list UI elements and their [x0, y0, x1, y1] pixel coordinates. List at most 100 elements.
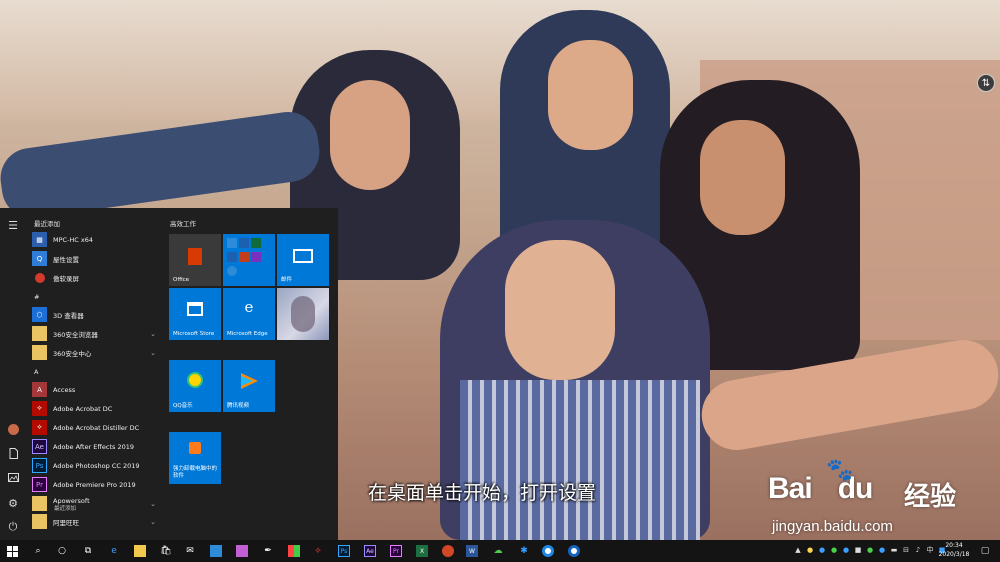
input-method-icon[interactable]: 中 [926, 545, 934, 555]
pictures-icon[interactable] [4, 468, 22, 486]
tile-tencent-video[interactable]: 腾讯视频 [223, 360, 275, 412]
mail-icon[interactable]: ✉ [182, 543, 198, 559]
tray-app-icon[interactable]: ▲ [794, 545, 802, 555]
tile-microsoft-edge[interactable]: e Microsoft Edge [223, 288, 275, 340]
tile-group-apps[interactable] [223, 234, 275, 286]
mpc-hc-icon: ▦ [32, 232, 47, 247]
app-item-360-center[interactable]: 360安全中心 ⌄ [32, 344, 160, 361]
app-list[interactable]: 最近添加 ▦ MPC-HC x64 Q 屋性设置 傲软录屏 # ⬡ 3D 查看器… [28, 208, 160, 540]
tencent-video-icon [241, 373, 258, 389]
tray-app-icon[interactable]: ● [806, 545, 814, 555]
pen-app-icon[interactable]: ✒ [260, 543, 276, 559]
app-item-settings-tool[interactable]: Q 屋性设置 [32, 250, 160, 267]
photoshop-icon[interactable]: Ps [336, 543, 352, 559]
tray-app-icon[interactable]: ● [842, 545, 850, 555]
hamburger-menu-icon[interactable]: ☰ [4, 216, 22, 234]
premiere-icon[interactable]: Pr [388, 543, 404, 559]
wechat-icon[interactable]: ☁ [490, 543, 506, 559]
acrobat-icon[interactable]: ⟡ [310, 543, 326, 559]
screen-recorder-icon [32, 270, 47, 285]
volume-icon[interactable]: ♪ [914, 545, 922, 555]
app-label: 屋性设置 [53, 255, 79, 264]
folder-icon [32, 496, 47, 511]
mail-icon [293, 249, 313, 263]
tile-photos[interactable] [277, 288, 329, 340]
tray-app-icon[interactable]: ● [866, 545, 874, 555]
word-icon[interactable]: W [464, 543, 480, 559]
app-item-360-browser[interactable]: 360安全浏览器 ⌄ [32, 325, 160, 342]
app-item-after-effects[interactable]: Ae Adobe After Effects 2019 [32, 438, 160, 455]
tile-qq-music[interactable]: QQ音乐 [169, 360, 221, 412]
acrobat-icon: ⟡ [32, 401, 47, 416]
task-view-icon[interactable]: ⧉ [80, 543, 96, 559]
powerpoint-icon[interactable] [440, 543, 456, 559]
tray-app-icon[interactable]: ● [830, 545, 838, 555]
power-icon[interactable]: ⏻ [4, 518, 22, 536]
browser-icon[interactable] [540, 543, 556, 559]
tile-uninstaller[interactable]: 强力卸载电脑中的软件 [169, 432, 221, 484]
settings-gear-icon[interactable]: ⚙ [4, 494, 22, 512]
edge-icon[interactable]: e [106, 543, 122, 559]
bluetooth-app-icon[interactable]: ✱ [516, 543, 532, 559]
app-item-3d-viewer[interactable]: ⬡ 3D 查看器 [32, 306, 160, 323]
tray-app-icon[interactable]: ● [818, 545, 826, 555]
documents-icon[interactable] [4, 444, 22, 462]
app-item-apowersoft[interactable]: Apowersoft ⌄ [32, 495, 160, 512]
app-item-screen-recorder[interactable]: 傲软录屏 [32, 269, 160, 286]
store-icon[interactable]: 🛍 [158, 543, 174, 559]
network-icon[interactable]: ⊟ [902, 545, 910, 555]
app-item-photoshop[interactable]: Ps Adobe Photoshop CC 2019 [32, 457, 160, 474]
tutorial-caption: 在桌面单击开始，打开设置 [368, 482, 597, 504]
app-item-mpc-hc[interactable]: ▦ MPC-HC x64 [32, 231, 160, 248]
tile-label: 腾讯视频 [227, 403, 250, 409]
system-clock[interactable]: 20:34 2020/3/18 [936, 541, 972, 559]
chevron-down-icon[interactable]: ⌄ [150, 349, 156, 357]
3d-viewer-icon: ⬡ [32, 307, 47, 322]
browser2-icon[interactable] [566, 543, 582, 559]
app-item-acrobat[interactable]: ⟡ Adobe Acrobat DC [32, 400, 160, 417]
windows-start-icon[interactable] [4, 543, 20, 559]
chevron-down-icon[interactable]: ⌄ [150, 330, 156, 338]
app-item-access[interactable]: A Access [32, 381, 160, 398]
action-center-icon[interactable]: ▢ [978, 544, 992, 558]
app-label: Adobe Acrobat DC [53, 404, 113, 413]
app-mini-icon [227, 238, 237, 248]
user-avatar[interactable] [4, 420, 22, 438]
chevron-down-icon[interactable]: ⌄ [150, 500, 156, 508]
excel-icon[interactable]: X [414, 543, 430, 559]
search-icon[interactable]: ⌕ [30, 543, 46, 559]
app-label: 阿里旺旺 [53, 518, 79, 527]
tile-office[interactable]: Office [169, 234, 221, 286]
section-header-hash[interactable]: # [34, 293, 39, 301]
file-explorer-icon[interactable] [132, 543, 148, 559]
acrobat-distiller-icon: ⟡ [32, 420, 47, 435]
folder-icon [32, 345, 47, 360]
app-mini-icon [227, 252, 237, 262]
office-icon [188, 248, 202, 265]
tiles-group-header[interactable]: 高效工作 [170, 218, 196, 228]
app-label: Access [53, 385, 76, 394]
section-header-a[interactable]: A [34, 368, 38, 376]
corner-badge-icon[interactable]: ⇅ [977, 74, 995, 92]
tile-microsoft-store[interactable]: Microsoft Store [169, 288, 221, 340]
app-item-premiere[interactable]: Pr Adobe Premiere Pro 2019 [32, 476, 160, 493]
app-item-aliwangwang[interactable]: 阿里旺旺 ⌄ [32, 513, 160, 530]
tray-app-icon[interactable]: ■ [854, 545, 862, 555]
tiles-panel: 高效工作 Office 邮件 Microsoft Store e Microso… [168, 208, 338, 540]
color-app-icon[interactable] [286, 543, 302, 559]
after-effects-icon[interactable]: Ae [362, 543, 378, 559]
app-item-acrobat-distiller[interactable]: ⟡ Adobe Acrobat Distiller DC [32, 419, 160, 436]
chevron-down-icon[interactable]: ⌄ [150, 518, 156, 526]
photo-editor-icon[interactable] [234, 543, 250, 559]
tray-app-icon[interactable]: ▬ [890, 545, 898, 555]
tile-mail[interactable]: 邮件 [277, 234, 329, 286]
baidu-watermark: Bai du 🐾 经验 jingyan.baidu.com [768, 458, 968, 538]
cortana-icon[interactable]: ○ [54, 543, 70, 559]
app-label: Adobe Photoshop CC 2019 [53, 461, 140, 470]
wallpaper-face-right [700, 120, 785, 235]
photos-icon[interactable] [208, 543, 224, 559]
word-abbr: W [466, 545, 478, 557]
tray-app-icon[interactable]: ● [878, 545, 886, 555]
app-label: 360安全中心 [53, 349, 92, 358]
app-label: Adobe Acrobat Distiller DC [53, 423, 140, 432]
